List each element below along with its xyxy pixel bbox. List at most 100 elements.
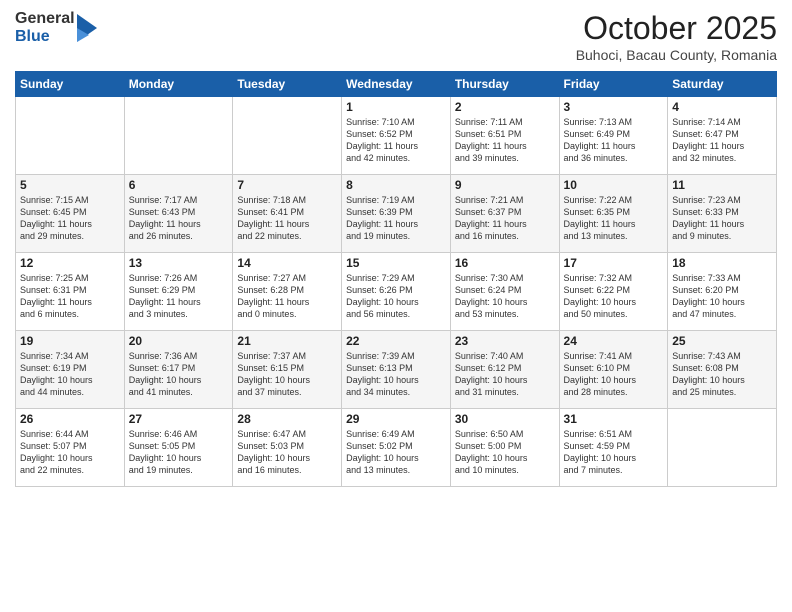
calendar-cell: 27 Sunrise: 6:46 AM Sunset: 5:05 PM Dayli… (124, 409, 233, 487)
logo: General Blue (15, 10, 97, 45)
day-number: 21 (237, 334, 337, 348)
day-number: 30 (455, 412, 555, 426)
day-info: Sunrise: 7:37 AM Sunset: 6:15 PM Dayligh… (237, 350, 337, 399)
day-number: 27 (129, 412, 229, 426)
calendar-cell: 18 Sunrise: 7:33 AM Sunset: 6:20 PM Dayli… (668, 253, 777, 331)
day-number: 16 (455, 256, 555, 270)
calendar-cell: 23 Sunrise: 7:40 AM Sunset: 6:12 PM Dayli… (450, 331, 559, 409)
day-info: Sunrise: 6:46 AM Sunset: 5:05 PM Dayligh… (129, 428, 229, 477)
day-info: Sunrise: 7:19 AM Sunset: 6:39 PM Dayligh… (346, 194, 446, 243)
day-info: Sunrise: 7:39 AM Sunset: 6:13 PM Dayligh… (346, 350, 446, 399)
calendar-day-header: Monday (124, 72, 233, 97)
day-number: 15 (346, 256, 446, 270)
calendar-cell: 26Sunrise: 6:44 AM Sunset: 5:07 PM Dayli… (16, 409, 125, 487)
day-info: Sunrise: 7:26 AM Sunset: 6:29 PM Dayligh… (129, 272, 229, 321)
day-number: 29 (346, 412, 446, 426)
day-info: Sunrise: 7:11 AM Sunset: 6:51 PM Dayligh… (455, 116, 555, 165)
logo-general: General (15, 10, 75, 28)
day-info: Sunrise: 7:34 AM Sunset: 6:19 PM Dayligh… (20, 350, 120, 399)
day-number: 22 (346, 334, 446, 348)
calendar-cell: 17Sunrise: 7:32 AM Sunset: 6:22 PM Dayli… (559, 253, 668, 331)
day-info: Sunrise: 7:29 AM Sunset: 6:26 PM Dayligh… (346, 272, 446, 321)
day-info: Sunrise: 7:21 AM Sunset: 6:37 PM Dayligh… (455, 194, 555, 243)
calendar-cell: 4 Sunrise: 7:14 AM Sunset: 6:47 PM Daylig… (668, 97, 777, 175)
calendar-header-row: SundayMondayTuesdayWednesdayThursdayFrid… (16, 72, 777, 97)
calendar-cell: 28Sunrise: 6:47 AM Sunset: 5:03 PM Dayli… (233, 409, 342, 487)
calendar-cell: 15 Sunrise: 7:29 AM Sunset: 6:26 PM Dayli… (342, 253, 451, 331)
calendar-table: SundayMondayTuesdayWednesdayThursdayFrid… (15, 71, 777, 487)
day-info: Sunrise: 7:14 AM Sunset: 6:47 PM Dayligh… (672, 116, 772, 165)
calendar-cell: 16Sunrise: 7:30 AM Sunset: 6:24 PM Dayli… (450, 253, 559, 331)
day-info: Sunrise: 7:18 AM Sunset: 6:41 PM Dayligh… (237, 194, 337, 243)
calendar-day-header: Saturday (668, 72, 777, 97)
calendar-cell: 20 Sunrise: 7:36 AM Sunset: 6:17 PM Dayli… (124, 331, 233, 409)
calendar-cell: 29 Sunrise: 6:49 AM Sunset: 5:02 PM Dayli… (342, 409, 451, 487)
day-number: 18 (672, 256, 772, 270)
calendar-cell: 10Sunrise: 7:22 AM Sunset: 6:35 PM Dayli… (559, 175, 668, 253)
calendar-cell: 19 Sunrise: 7:34 AM Sunset: 6:19 PM Dayli… (16, 331, 125, 409)
day-info: Sunrise: 7:40 AM Sunset: 6:12 PM Dayligh… (455, 350, 555, 399)
calendar-day-header: Thursday (450, 72, 559, 97)
day-number: 1 (346, 100, 446, 114)
day-number: 11 (672, 178, 772, 192)
calendar-cell: 11 Sunrise: 7:23 AM Sunset: 6:33 PM Dayli… (668, 175, 777, 253)
calendar-cell: 7 Sunrise: 7:18 AM Sunset: 6:41 PM Daylig… (233, 175, 342, 253)
logo-icon (77, 14, 97, 42)
calendar-cell: 21 Sunrise: 7:37 AM Sunset: 6:15 PM Dayli… (233, 331, 342, 409)
calendar-week-row: 19 Sunrise: 7:34 AM Sunset: 6:19 PM Dayli… (16, 331, 777, 409)
calendar-day-header: Tuesday (233, 72, 342, 97)
day-info: Sunrise: 7:23 AM Sunset: 6:33 PM Dayligh… (672, 194, 772, 243)
calendar-cell: 22 Sunrise: 7:39 AM Sunset: 6:13 PM Dayli… (342, 331, 451, 409)
day-number: 4 (672, 100, 772, 114)
calendar-week-row: 5Sunrise: 7:15 AM Sunset: 6:45 PM Daylig… (16, 175, 777, 253)
day-number: 28 (237, 412, 337, 426)
logo-text: General Blue (15, 10, 75, 45)
calendar-week-row: 26Sunrise: 6:44 AM Sunset: 5:07 PM Dayli… (16, 409, 777, 487)
calendar-cell: 13 Sunrise: 7:26 AM Sunset: 6:29 PM Dayli… (124, 253, 233, 331)
day-number: 12 (20, 256, 120, 270)
day-info: Sunrise: 7:27 AM Sunset: 6:28 PM Dayligh… (237, 272, 337, 321)
day-number: 7 (237, 178, 337, 192)
day-number: 25 (672, 334, 772, 348)
calendar-day-header: Wednesday (342, 72, 451, 97)
calendar-cell: 2Sunrise: 7:11 AM Sunset: 6:51 PM Daylig… (450, 97, 559, 175)
title-section: October 2025 Buhoci, Bacau County, Roman… (576, 10, 777, 63)
subtitle: Buhoci, Bacau County, Romania (576, 47, 777, 63)
day-number: 23 (455, 334, 555, 348)
calendar-cell: 12Sunrise: 7:25 AM Sunset: 6:31 PM Dayli… (16, 253, 125, 331)
calendar-cell (124, 97, 233, 175)
calendar-cell: 31Sunrise: 6:51 AM Sunset: 4:59 PM Dayli… (559, 409, 668, 487)
day-info: Sunrise: 6:50 AM Sunset: 5:00 PM Dayligh… (455, 428, 555, 477)
calendar-day-header: Friday (559, 72, 668, 97)
day-info: Sunrise: 7:43 AM Sunset: 6:08 PM Dayligh… (672, 350, 772, 399)
day-info: Sunrise: 6:49 AM Sunset: 5:02 PM Dayligh… (346, 428, 446, 477)
day-number: 3 (564, 100, 664, 114)
day-number: 24 (564, 334, 664, 348)
calendar-week-row: 1 Sunrise: 7:10 AM Sunset: 6:52 PM Daylig… (16, 97, 777, 175)
day-info: Sunrise: 7:41 AM Sunset: 6:10 PM Dayligh… (564, 350, 664, 399)
calendar-cell: 30 Sunrise: 6:50 AM Sunset: 5:00 PM Dayli… (450, 409, 559, 487)
calendar-cell: 8 Sunrise: 7:19 AM Sunset: 6:39 PM Daylig… (342, 175, 451, 253)
day-number: 20 (129, 334, 229, 348)
calendar-cell (668, 409, 777, 487)
day-info: Sunrise: 7:36 AM Sunset: 6:17 PM Dayligh… (129, 350, 229, 399)
day-number: 5 (20, 178, 120, 192)
calendar-cell: 24 Sunrise: 7:41 AM Sunset: 6:10 PM Dayli… (559, 331, 668, 409)
day-number: 19 (20, 334, 120, 348)
calendar-cell: 6 Sunrise: 7:17 AM Sunset: 6:43 PM Daylig… (124, 175, 233, 253)
calendar-cell (233, 97, 342, 175)
day-number: 31 (564, 412, 664, 426)
day-info: Sunrise: 7:17 AM Sunset: 6:43 PM Dayligh… (129, 194, 229, 243)
calendar-cell: 9Sunrise: 7:21 AM Sunset: 6:37 PM Daylig… (450, 175, 559, 253)
day-info: Sunrise: 7:10 AM Sunset: 6:52 PM Dayligh… (346, 116, 446, 165)
month-title: October 2025 (576, 10, 777, 47)
calendar-cell: 3Sunrise: 7:13 AM Sunset: 6:49 PM Daylig… (559, 97, 668, 175)
day-number: 8 (346, 178, 446, 192)
page: General Blue October 2025 Buhoci, Bacau … (0, 0, 792, 612)
day-number: 17 (564, 256, 664, 270)
day-number: 26 (20, 412, 120, 426)
day-number: 14 (237, 256, 337, 270)
day-number: 6 (129, 178, 229, 192)
day-number: 13 (129, 256, 229, 270)
day-info: Sunrise: 7:33 AM Sunset: 6:20 PM Dayligh… (672, 272, 772, 321)
